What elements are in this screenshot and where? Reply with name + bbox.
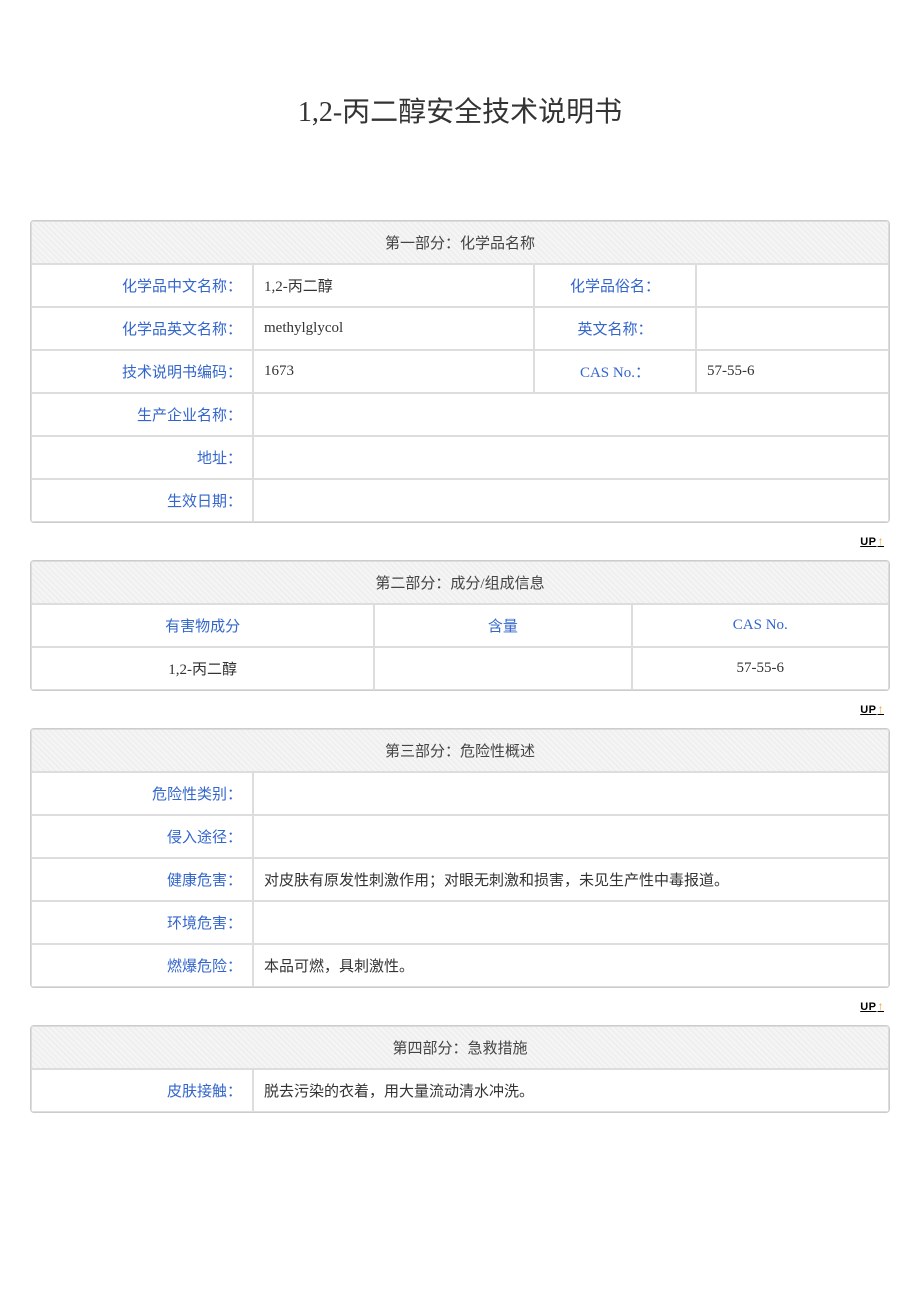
- up-link-2[interactable]: UP↑: [860, 704, 884, 716]
- section1-table: 第一部分：化学品名称 化学品中文名称： 1,2-丙二醇 化学品俗名： 化学品英文…: [30, 220, 890, 523]
- up-label: UP: [860, 704, 876, 716]
- cas-value: 57-55-6: [696, 350, 889, 393]
- effective-label: 生效日期：: [31, 479, 253, 522]
- common-name-value: [696, 264, 889, 307]
- up-arrow-icon: ↑: [878, 534, 885, 548]
- section2-col1: 有害物成分: [31, 604, 374, 647]
- hazard-class-label: 危险性类别：: [31, 772, 253, 815]
- section2-col3: CAS No.: [632, 604, 889, 647]
- en-name-value: methylglycol: [253, 307, 534, 350]
- env-label: 环境危害：: [31, 901, 253, 944]
- section2-col2: 含量: [374, 604, 631, 647]
- en-name-label: 化学品英文名称：: [31, 307, 253, 350]
- env-value: [253, 901, 889, 944]
- address-value: [253, 436, 889, 479]
- section3-table: 第三部分：危险性概述 危险性类别： 侵入途径： 健康危害： 对皮肤有原发性刺激作…: [30, 728, 890, 988]
- section4-header: 第四部分：急救措施: [31, 1026, 889, 1069]
- section2-c3: 57-55-6: [632, 647, 889, 690]
- up-link-3[interactable]: UP↑: [860, 1001, 884, 1013]
- route-value: [253, 815, 889, 858]
- en-value: [696, 307, 889, 350]
- section4-table: 第四部分：急救措施 皮肤接触： 脱去污染的衣着，用大量流动清水冲洗。: [30, 1025, 890, 1113]
- manufacturer-value: [253, 393, 889, 436]
- common-name-label: 化学品俗名：: [534, 264, 696, 307]
- cas-label: CAS No.：: [534, 350, 696, 393]
- manufacturer-label: 生产企业名称：: [31, 393, 253, 436]
- skin-label: 皮肤接触：: [31, 1069, 253, 1112]
- section2-table: 第二部分：成分/组成信息 有害物成分 含量 CAS No. 1,2-丙二醇 57…: [30, 560, 890, 691]
- up-label: UP: [860, 1001, 876, 1013]
- up-link-1[interactable]: UP↑: [860, 536, 884, 548]
- fire-label: 燃爆危险：: [31, 944, 253, 987]
- section2-header: 第二部分：成分/组成信息: [31, 561, 889, 604]
- document-title: 1,2-丙二醇安全技术说明书: [30, 90, 890, 130]
- skin-value: 脱去污染的衣着，用大量流动清水冲洗。: [253, 1069, 889, 1112]
- code-value: 1673: [253, 350, 534, 393]
- en-label: 英文名称：: [534, 307, 696, 350]
- up-arrow-icon: ↑: [878, 702, 885, 716]
- section1-header: 第一部分：化学品名称: [31, 221, 889, 264]
- section2-c1: 1,2-丙二醇: [31, 647, 374, 690]
- effective-value: [253, 479, 889, 522]
- section3-header: 第三部分：危险性概述: [31, 729, 889, 772]
- cn-name-label: 化学品中文名称：: [31, 264, 253, 307]
- section2-c2: [374, 647, 631, 690]
- address-label: 地址：: [31, 436, 253, 479]
- cn-name-value: 1,2-丙二醇: [253, 264, 534, 307]
- hazard-class-value: [253, 772, 889, 815]
- health-label: 健康危害：: [31, 858, 253, 901]
- route-label: 侵入途径：: [31, 815, 253, 858]
- table-row: 1,2-丙二醇 57-55-6: [31, 647, 889, 690]
- fire-value: 本品可燃，具刺激性。: [253, 944, 889, 987]
- code-label: 技术说明书编码：: [31, 350, 253, 393]
- health-value: 对皮肤有原发性刺激作用；对眼无刺激和损害，未见生产性中毒报道。: [253, 858, 889, 901]
- up-label: UP: [860, 536, 876, 548]
- up-arrow-icon: ↑: [878, 999, 885, 1013]
